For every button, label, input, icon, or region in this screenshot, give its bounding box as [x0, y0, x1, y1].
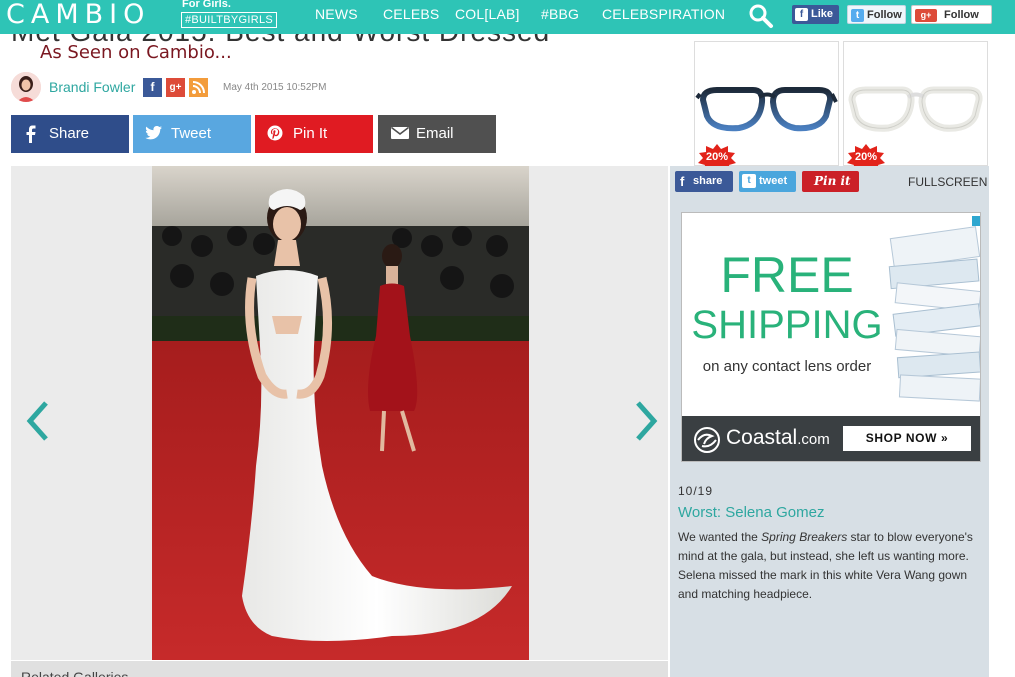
nav-celebspiration[interactable]: CELEBSPIRATION: [602, 6, 725, 22]
facebook-icon: f: [795, 8, 808, 21]
gallery-share-label: share: [693, 175, 723, 187]
facebook-icon: [26, 125, 36, 143]
twitter-icon: t: [742, 174, 756, 188]
related-galleries-heading: Related Galleries: [11, 661, 668, 677]
gplus-follow-button[interactable]: g+ Follow: [911, 5, 992, 24]
site-logo[interactable]: CAMBIO: [6, 0, 150, 30]
like-label: Like: [811, 8, 834, 20]
overlay-caption: As Seen on Cambio...: [40, 42, 232, 63]
ad-headline-free: FREE: [720, 247, 854, 303]
top-nav: CAMBIO For Girls. #BUILTBYGIRLS NEWS CEL…: [0, 0, 1015, 34]
share-email-button[interactable]: Email: [378, 115, 496, 153]
follow-label: Follow: [867, 9, 902, 21]
author-google-plus-icon[interactable]: g+: [166, 78, 185, 97]
ad-brand-name: Coastal: [726, 426, 798, 449]
fullscreen-link[interactable]: FULLSCREEN: [908, 175, 987, 189]
discount-label: 20%: [854, 151, 878, 163]
slide-title: Worst: Selena Gomez: [678, 504, 825, 521]
share-facebook-button[interactable]: Share: [11, 115, 129, 153]
pinterest-icon: [267, 125, 283, 141]
caption-film-title: Spring Breakers: [761, 530, 848, 544]
ad-footer-bar: Coastal.com SHOP NOW »: [682, 416, 980, 461]
pin-it-label: Pin It: [293, 125, 328, 142]
email-label: Email: [416, 125, 454, 142]
google-plus-icon: g+: [915, 9, 937, 22]
ad-brand: Coastal.com: [726, 426, 830, 450]
author-facebook-icon[interactable]: f: [143, 78, 162, 97]
gallery-pinit-label: Pin it: [814, 174, 851, 188]
share-twitter-button[interactable]: Tweet: [133, 115, 251, 153]
hashtag-badge[interactable]: #BUILTBYGIRLS: [181, 12, 278, 28]
facebook-like-button[interactable]: f Like: [792, 5, 839, 24]
discount-label: 20%: [705, 151, 729, 163]
gallery-photo[interactable]: [152, 166, 529, 660]
gallery-tweet-button[interactable]: t tweet: [739, 171, 796, 192]
gallery-tweet-label: tweet: [759, 175, 788, 187]
ad-shop-now-button[interactable]: SHOP NOW »: [843, 426, 971, 451]
caption-text: We wanted the: [678, 530, 762, 544]
gallery-share-facebook-button[interactable]: f share: [675, 171, 733, 192]
ad-subheadline: on any contact lens order: [702, 358, 872, 375]
next-slide-arrow-icon[interactable]: [632, 399, 660, 443]
author-rss-icon[interactable]: [189, 78, 208, 97]
facebook-icon: f: [680, 174, 685, 189]
share-pinterest-button[interactable]: Pin It: [255, 115, 373, 153]
gallery-pinit-button[interactable]: Pin it: [802, 171, 859, 192]
ad-brand-suffix: .com: [797, 431, 830, 448]
ad-headline-shipping: SHIPPING: [691, 303, 883, 347]
nav-bbg[interactable]: #BBG: [541, 6, 579, 22]
email-icon: [391, 126, 409, 139]
author-name[interactable]: Brandi Fowler: [49, 79, 135, 95]
author-avatar[interactable]: [11, 72, 41, 102]
slide-counter: 10/19: [678, 484, 714, 498]
gplus-follow-label: Follow: [944, 9, 979, 21]
coastal-logo-icon: [694, 427, 720, 453]
nav-collab[interactable]: COL[LAB]: [455, 6, 520, 22]
slide-caption: We wanted the Spring Breakers star to bl…: [678, 528, 978, 604]
share-label: Share: [49, 125, 90, 142]
twitter-follow-button[interactable]: t Follow: [847, 5, 906, 24]
nav-celebs[interactable]: CELEBS: [383, 6, 439, 22]
nav-news[interactable]: NEWS: [315, 6, 358, 22]
twitter-icon: [145, 126, 162, 140]
coastal-ad[interactable]: FREE SHIPPING on any contact lens order …: [681, 212, 981, 462]
publish-date: May 4th 2015 10:52PM: [223, 82, 327, 93]
previous-slide-arrow-icon[interactable]: [24, 399, 52, 443]
search-icon[interactable]: [748, 3, 774, 29]
tweet-label: Tweet: [171, 125, 212, 142]
twitter-icon: t: [851, 9, 864, 22]
tagline: For Girls.: [182, 0, 231, 10]
